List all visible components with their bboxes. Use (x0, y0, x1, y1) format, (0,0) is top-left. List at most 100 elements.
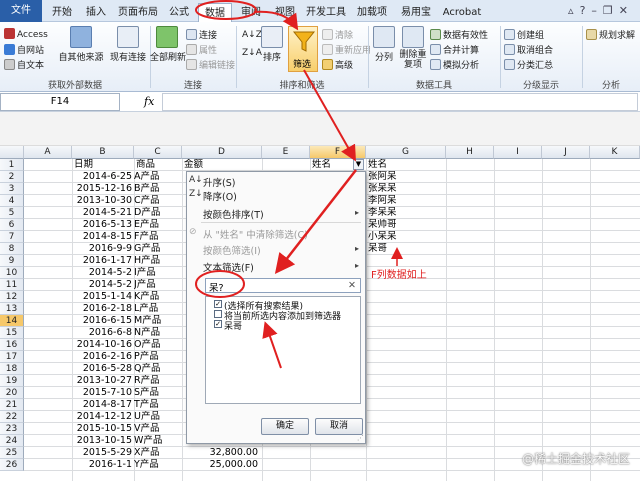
date-cell[interactable]: 2016-2-18 (72, 303, 132, 315)
column-header[interactable]: I (494, 146, 542, 159)
header-product[interactable]: 商品 (136, 159, 155, 171)
tab-data[interactable]: 数据 (198, 3, 232, 23)
row-header[interactable]: 13 (0, 303, 24, 315)
ok-button[interactable]: 确定 (261, 418, 309, 435)
name-cell[interactable]: 呆哥 (368, 243, 444, 255)
menu-sort-desc[interactable]: 降序(O) (203, 189, 237, 203)
product-cell[interactable]: V产品 (134, 423, 180, 435)
refresh-all-button[interactable]: 全部刷新 (150, 26, 186, 63)
header-name-f[interactable]: 姓名 (312, 159, 331, 171)
product-cell[interactable]: E产品 (134, 219, 180, 231)
product-cell[interactable]: Y产品 (134, 459, 180, 471)
product-cell[interactable]: J产品 (134, 279, 180, 291)
existing-connections-button[interactable]: 现有连接 (106, 26, 150, 63)
name-cell[interactable]: 张呆呆 (368, 183, 444, 195)
cancel-button[interactable]: 取消 (315, 418, 363, 435)
product-cell[interactable]: O产品 (134, 339, 180, 351)
date-cell[interactable]: 2014-6-25 (72, 171, 132, 183)
column-header[interactable]: J (542, 146, 590, 159)
date-cell[interactable]: 2014-5-21 (72, 207, 132, 219)
row-header[interactable]: 3 (0, 183, 24, 195)
properties-button[interactable]: 属性 (186, 43, 217, 56)
product-cell[interactable]: C产品 (134, 195, 180, 207)
reapply-button[interactable]: 重新应用 (322, 43, 371, 56)
date-cell[interactable]: 2013-10-27 (72, 375, 132, 387)
product-cell[interactable]: B产品 (134, 183, 180, 195)
row-header[interactable]: 10 (0, 267, 24, 279)
product-cell[interactable]: Q产品 (134, 363, 180, 375)
date-cell[interactable]: 2014-5-2 (72, 267, 132, 279)
date-cell[interactable]: 2014-10-16 (72, 339, 132, 351)
amount-cell[interactable]: 32,800.00 (184, 447, 258, 459)
row-header[interactable]: 4 (0, 195, 24, 207)
column-header[interactable]: B (72, 146, 134, 159)
date-cell[interactable]: 2016-1-17 (72, 255, 132, 267)
other-sources-button[interactable]: 自其他来源 (56, 26, 106, 63)
remove-duplicates-button[interactable]: 删除重复项 (398, 26, 428, 70)
row-header[interactable]: 1 (0, 159, 24, 171)
help-icon[interactable]: ? (580, 4, 592, 17)
row-header[interactable]: 23 (0, 423, 24, 435)
date-cell[interactable]: 2015-7-10 (72, 387, 132, 399)
row-header[interactable]: 15 (0, 327, 24, 339)
edit-links-button[interactable]: 编辑链接 (186, 58, 235, 71)
filter-search-input[interactable]: 呆? (209, 280, 224, 294)
menu-filter-by-color[interactable]: 按颜色筛选(I) (203, 243, 261, 257)
product-cell[interactable]: D产品 (134, 207, 180, 219)
row-header[interactable]: 21 (0, 399, 24, 411)
checkbox-item[interactable]: ✓ (214, 320, 222, 328)
formula-input[interactable] (162, 93, 638, 111)
filter-search-box[interactable]: 呆? ✕ (205, 278, 361, 294)
product-cell[interactable]: A产品 (134, 171, 180, 183)
row-header[interactable]: 20 (0, 387, 24, 399)
product-cell[interactable]: S产品 (134, 387, 180, 399)
tab-addins[interactable]: 加载项 (352, 3, 392, 22)
filter-button[interactable]: 筛选 (288, 26, 318, 72)
date-cell[interactable]: 2016-5-13 (72, 219, 132, 231)
row-header[interactable]: 26 (0, 459, 24, 471)
date-cell[interactable]: 2013-10-15 (72, 435, 132, 447)
consolidate-button[interactable]: 合并计算 (430, 43, 479, 56)
row-header[interactable]: 22 (0, 411, 24, 423)
product-cell[interactable]: P产品 (134, 351, 180, 363)
filter-item[interactable]: 呆哥 (224, 319, 242, 332)
row-header[interactable]: 14 (0, 315, 24, 327)
column-header[interactable]: A (24, 146, 72, 159)
row-header[interactable]: 9 (0, 255, 24, 267)
date-cell[interactable]: 2014-5-2 (72, 279, 132, 291)
date-cell[interactable]: 2015-5-29 (72, 447, 132, 459)
product-cell[interactable]: K产品 (134, 291, 180, 303)
resize-grip-icon[interactable]: ⋰ (357, 434, 364, 442)
select-all-corner[interactable] (0, 146, 24, 159)
advanced-button[interactable]: 高级 (322, 58, 353, 71)
close-icon[interactable]: ✕ (619, 4, 634, 17)
tab-developer[interactable]: 开发工具 (304, 3, 348, 22)
tab-home[interactable]: 开始 (46, 3, 78, 22)
product-cell[interactable]: T产品 (134, 399, 180, 411)
text-to-columns-button[interactable]: 分列 (370, 26, 398, 63)
tab-page-layout[interactable]: 页面布局 (114, 3, 162, 22)
row-header[interactable]: 18 (0, 363, 24, 375)
product-cell[interactable]: M产品 (134, 315, 180, 327)
product-cell[interactable]: R产品 (134, 375, 180, 387)
product-cell[interactable]: H产品 (134, 255, 180, 267)
checkbox-select-all-results[interactable]: ✓ (214, 300, 222, 308)
restore-icon[interactable]: ❐ (603, 4, 619, 17)
date-cell[interactable]: 2014-8-15 (72, 231, 132, 243)
row-header[interactable]: 17 (0, 351, 24, 363)
minimize-icon[interactable]: – (591, 4, 603, 17)
header-date[interactable]: 日期 (74, 159, 93, 171)
column-header[interactable]: E (262, 146, 310, 159)
date-cell[interactable]: 2016-2-16 (72, 351, 132, 363)
tab-file[interactable]: 文件 (0, 0, 42, 22)
row-header[interactable]: 11 (0, 279, 24, 291)
product-cell[interactable]: N产品 (134, 327, 180, 339)
column-header[interactable]: F (310, 146, 366, 159)
row-header[interactable]: 2 (0, 171, 24, 183)
name-cell[interactable]: 李阿呆 (368, 195, 444, 207)
solver-button[interactable]: 规划求解 (586, 28, 635, 41)
subtotal-button[interactable]: 分类汇总 (504, 58, 553, 71)
date-cell[interactable]: 2016-6-8 (72, 327, 132, 339)
name-box[interactable]: F14 (0, 93, 120, 111)
menu-sort-asc[interactable]: 升序(S) (203, 175, 235, 189)
